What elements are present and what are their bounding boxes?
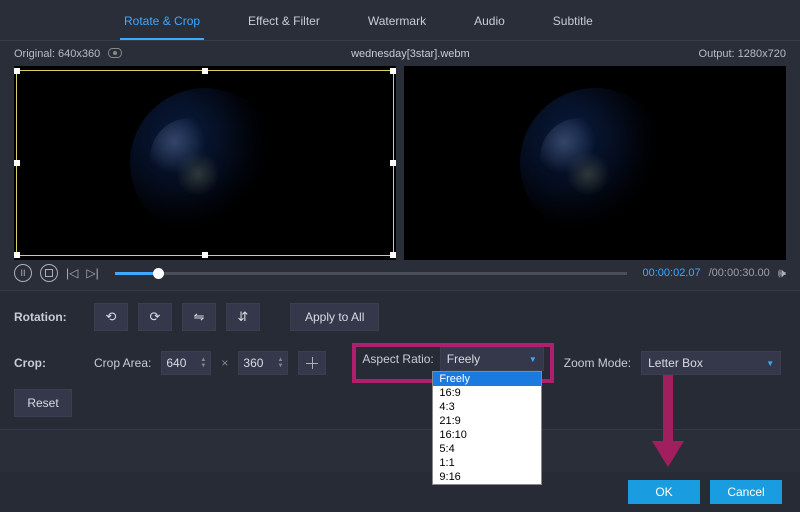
- tab-bar: Rotate & Crop Effect & Filter Watermark …: [0, 0, 800, 41]
- footer: OK Cancel: [0, 472, 800, 512]
- zoom-mode-label: Zoom Mode:: [564, 356, 631, 370]
- crop-handle[interactable]: [390, 252, 396, 258]
- crop-handle[interactable]: [202, 68, 208, 74]
- info-row: Original: 640x360 wednesday[3star].webm …: [0, 41, 800, 66]
- pause-icon[interactable]: II: [14, 264, 32, 282]
- aspect-ratio-select[interactable]: Freely▼: [440, 347, 544, 371]
- aspect-option[interactable]: 16:10: [433, 428, 541, 442]
- crop-label: Crop:: [14, 356, 84, 370]
- settings-panel: Rotation: ⟲ ⟳ ⇋ ⇵ Apply to All Crop: Cro…: [0, 290, 800, 430]
- preview-original[interactable]: [14, 66, 396, 260]
- reset-button[interactable]: Reset: [14, 389, 72, 417]
- aspect-option[interactable]: 9:16: [433, 470, 541, 484]
- crop-handle[interactable]: [14, 68, 20, 74]
- seek-thumb[interactable]: [153, 268, 164, 279]
- aspect-option[interactable]: 1:1: [433, 456, 541, 470]
- eye-icon[interactable]: [108, 48, 122, 58]
- zoom-mode-select[interactable]: Letter Box▼: [641, 351, 781, 375]
- crop-handle[interactable]: [390, 160, 396, 166]
- next-frame-icon[interactable]: ▷|: [86, 266, 98, 280]
- crop-handle[interactable]: [390, 68, 396, 74]
- crop-width-input[interactable]: 640▲▼: [161, 351, 211, 375]
- seek-bar[interactable]: [115, 272, 627, 275]
- volume-icon[interactable]: 🕪: [778, 265, 786, 281]
- original-size: Original: 640x360: [14, 48, 100, 60]
- earth-image: [520, 88, 670, 238]
- aspect-option[interactable]: Freely: [433, 372, 541, 386]
- tab-subtitle[interactable]: Subtitle: [549, 8, 597, 40]
- crop-height-input[interactable]: 360▲▼: [238, 351, 288, 375]
- filename: wednesday[3star].webm: [122, 48, 698, 60]
- crop-handle[interactable]: [14, 160, 20, 166]
- center-crop-button[interactable]: [298, 351, 326, 375]
- stop-icon[interactable]: [40, 264, 58, 282]
- chevron-down-icon: ▼: [529, 355, 537, 364]
- prev-frame-icon[interactable]: |◁: [66, 266, 78, 280]
- aspect-option[interactable]: 16:9: [433, 386, 541, 400]
- ok-button[interactable]: OK: [628, 480, 700, 504]
- tab-rotate-crop[interactable]: Rotate & Crop: [120, 8, 204, 40]
- crop-handle[interactable]: [202, 252, 208, 258]
- rotation-label: Rotation:: [14, 310, 84, 324]
- flip-vertical-button[interactable]: ⇵: [226, 303, 260, 331]
- aspect-option[interactable]: 21:9: [433, 414, 541, 428]
- rotate-right-button[interactable]: ⟳: [138, 303, 172, 331]
- apply-all-button[interactable]: Apply to All: [290, 303, 379, 331]
- rotate-left-button[interactable]: ⟲: [94, 303, 128, 331]
- aspect-ratio-dropdown: Freely 16:9 4:3 21:9 16:10 5:4 1:1 9:16: [432, 371, 542, 485]
- preview-output: [404, 66, 786, 260]
- aspect-option[interactable]: 4:3: [433, 400, 541, 414]
- tab-watermark[interactable]: Watermark: [364, 8, 430, 40]
- crop-area-label: Crop Area:: [94, 356, 151, 370]
- tab-audio[interactable]: Audio: [470, 8, 509, 40]
- crop-handle[interactable]: [14, 252, 20, 258]
- multiply-icon: ×: [221, 356, 228, 370]
- time-total: /00:00:30.00: [709, 267, 770, 279]
- flip-horizontal-button[interactable]: ⇋: [182, 303, 216, 331]
- aspect-ratio-highlight: Aspect Ratio: Freely▼ Freely 16:9 4:3 21…: [352, 343, 553, 383]
- aspect-option[interactable]: 5:4: [433, 442, 541, 456]
- chevron-down-icon: ▼: [766, 359, 774, 368]
- aspect-ratio-label: Aspect Ratio:: [362, 352, 433, 366]
- tab-effect-filter[interactable]: Effect & Filter: [244, 8, 324, 40]
- cancel-button[interactable]: Cancel: [710, 480, 782, 504]
- output-size: Output: 1280x720: [699, 48, 786, 60]
- crop-box[interactable]: [16, 70, 394, 256]
- playback-controls: II |◁ ▷| 00:00:02.07/00:00:30.00 🕪: [0, 260, 800, 290]
- time-current: 00:00:02.07: [643, 267, 701, 279]
